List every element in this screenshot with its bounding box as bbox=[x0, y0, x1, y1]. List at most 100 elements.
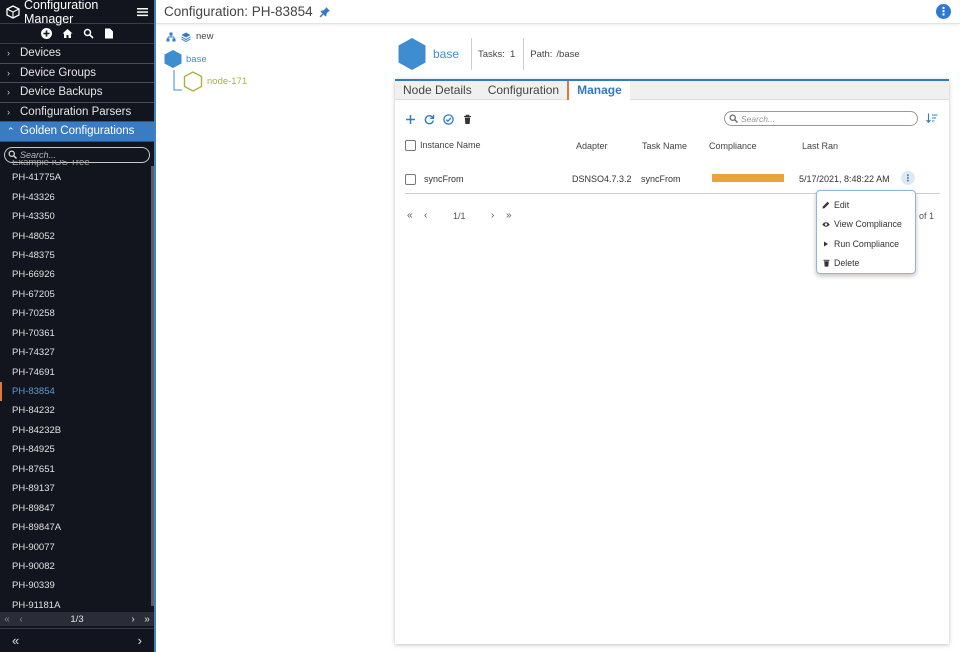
list-item[interactable]: PH-84232 bbox=[0, 401, 154, 420]
add-icon[interactable] bbox=[405, 114, 416, 125]
node-header: base Tasks: 1 Path: /base bbox=[397, 37, 580, 71]
section-configuration-parsers[interactable]: › Configuration Parsers bbox=[0, 103, 154, 122]
section-golden-configurations[interactable]: ⌃ Golden Configurations bbox=[0, 122, 154, 142]
next-page-button[interactable]: › bbox=[491, 210, 494, 221]
home-icon[interactable] bbox=[62, 28, 73, 39]
tree-node-label: node-171 bbox=[207, 76, 248, 87]
tasks-count: 1 bbox=[509, 48, 516, 60]
list-item[interactable]: PH-43326 bbox=[0, 187, 154, 206]
expand-button[interactable]: › bbox=[138, 633, 142, 648]
menu-item-view-compliance[interactable]: View Compliance bbox=[817, 215, 915, 235]
manage-toolbar bbox=[405, 114, 473, 125]
golden-config-list: Example IOS Tree PH-41775A PH-43326 PH-433… bbox=[0, 160, 154, 612]
sidebar-pager: « ‹ 1/3 › » bbox=[0, 612, 154, 626]
tree-node-child[interactable]: node-171 bbox=[183, 71, 247, 92]
first-page-button[interactable]: « bbox=[0, 614, 14, 625]
section-device-groups[interactable]: › Device Groups bbox=[0, 64, 154, 83]
hexagon-outline-icon bbox=[183, 71, 203, 92]
list-item[interactable]: PH-90077 bbox=[0, 537, 154, 556]
check-circle-icon[interactable] bbox=[443, 114, 454, 125]
main-panel: Node Details Configuration Manage Search… bbox=[395, 79, 949, 644]
sidebar-scrollbar[interactable] bbox=[151, 166, 154, 606]
info-menu-icon[interactable]: ⋮ bbox=[936, 4, 951, 19]
menu-item-run-compliance[interactable]: Run Compliance bbox=[817, 234, 915, 254]
row-actions-button[interactable]: ⋮ bbox=[901, 171, 915, 185]
adapter-cell: DSNSO4.7.3.2 bbox=[572, 174, 632, 184]
pin-icon[interactable] bbox=[319, 6, 331, 18]
pencil-icon bbox=[822, 201, 830, 209]
page-total: of 1 bbox=[919, 211, 935, 221]
list-item[interactable]: PH-41775A bbox=[0, 168, 154, 187]
tasks-label: Tasks: bbox=[478, 48, 505, 60]
menu-item-delete[interactable]: Delete bbox=[817, 254, 915, 274]
menu-icon[interactable] bbox=[137, 7, 148, 17]
list-item[interactable]: PH-74691 bbox=[0, 362, 154, 381]
column-header-instance[interactable]: Instance Name bbox=[420, 140, 481, 150]
list-item[interactable]: PH-89137 bbox=[0, 479, 154, 498]
node-name: base bbox=[433, 47, 460, 61]
row-checkbox[interactable] bbox=[405, 174, 416, 185]
prev-page-button[interactable]: ‹ bbox=[424, 210, 427, 221]
list-item[interactable]: PH-43350 bbox=[0, 207, 154, 226]
document-icon[interactable] bbox=[104, 28, 114, 39]
list-item[interactable]: PH-48375 bbox=[0, 246, 154, 265]
add-circle-icon[interactable] bbox=[40, 28, 52, 39]
tree-node-label: base bbox=[186, 53, 207, 65]
next-page-button[interactable]: › bbox=[126, 614, 140, 625]
list-item[interactable]: PH-91181A bbox=[0, 596, 154, 612]
tab-manage[interactable]: Manage bbox=[567, 80, 630, 100]
list-item[interactable]: PH-84232B bbox=[0, 421, 154, 440]
list-item[interactable]: PH-89847 bbox=[0, 498, 154, 517]
list-item[interactable]: PH-84925 bbox=[0, 440, 154, 459]
collapse-sidebar-button[interactable]: « bbox=[12, 633, 19, 648]
compliance-bar bbox=[712, 174, 784, 182]
menu-item-edit[interactable]: Edit bbox=[817, 195, 915, 215]
sort-icon[interactable] bbox=[926, 113, 938, 123]
section-device-backups[interactable]: › Device Backups bbox=[0, 83, 154, 103]
list-item[interactable]: PH-70361 bbox=[0, 324, 154, 343]
config-tree: new base node-171 bbox=[160, 28, 390, 108]
chevron-down-icon: ⌃ bbox=[7, 125, 15, 136]
list-item[interactable]: PH-90339 bbox=[0, 576, 154, 595]
list-item[interactable]: PH-89847A bbox=[0, 518, 154, 537]
list-item[interactable]: PH-70258 bbox=[0, 304, 154, 323]
instance-name-cell: syncFrom bbox=[424, 174, 464, 184]
chevron-right-icon: › bbox=[7, 87, 10, 98]
prev-page-button[interactable]: ‹ bbox=[14, 614, 28, 625]
list-item[interactable]: PH-87651 bbox=[0, 460, 154, 479]
divider bbox=[523, 38, 525, 70]
tree-node-base[interactable]: base bbox=[163, 49, 207, 69]
tab-node-details[interactable]: Node Details bbox=[395, 81, 480, 100]
last-page-button[interactable]: » bbox=[506, 210, 512, 221]
search-icon[interactable] bbox=[83, 28, 94, 39]
column-header-adapter[interactable]: Adapter bbox=[576, 141, 608, 151]
search-placeholder: Search... bbox=[741, 113, 776, 124]
last-page-button[interactable]: » bbox=[140, 614, 154, 625]
first-page-button[interactable]: « bbox=[407, 210, 413, 221]
chevron-right-icon: › bbox=[7, 67, 10, 78]
menu-item-label: Delete bbox=[834, 258, 860, 269]
page-title: Configuration: PH-83854 bbox=[164, 4, 313, 19]
list-item[interactable]: PH-66926 bbox=[0, 265, 154, 284]
section-devices[interactable]: › Devices bbox=[0, 44, 154, 64]
select-all-checkbox[interactable] bbox=[405, 140, 416, 151]
instance-search-input[interactable]: Search... bbox=[724, 111, 918, 126]
trash-icon[interactable] bbox=[462, 114, 473, 125]
tab-configuration[interactable]: Configuration bbox=[480, 81, 567, 100]
tab-bar: Node Details Configuration Manage bbox=[395, 80, 949, 100]
column-header-compliance[interactable]: Compliance bbox=[709, 141, 757, 151]
list-item[interactable]: PH-48052 bbox=[0, 226, 154, 245]
list-item[interactable]: PH-74327 bbox=[0, 343, 154, 362]
column-header-last-ran[interactable]: Last Ran bbox=[802, 141, 838, 151]
list-item[interactable]: Example IOS Tree bbox=[0, 160, 154, 168]
app-title: Configuration Manager bbox=[24, 0, 99, 26]
sidebar-toolbar bbox=[0, 24, 154, 44]
page-header: Configuration: PH-83854 ⋮ bbox=[156, 0, 960, 24]
list-item[interactable]: PH-90082 bbox=[0, 557, 154, 576]
refresh-icon[interactable] bbox=[424, 114, 435, 125]
list-item[interactable]: PH-67205 bbox=[0, 285, 154, 304]
column-header-task[interactable]: Task Name bbox=[642, 141, 687, 151]
section-label: Device Groups bbox=[20, 66, 97, 79]
section-label: Configuration Parsers bbox=[20, 105, 132, 118]
list-item-selected[interactable]: PH-83854 bbox=[0, 381, 154, 402]
